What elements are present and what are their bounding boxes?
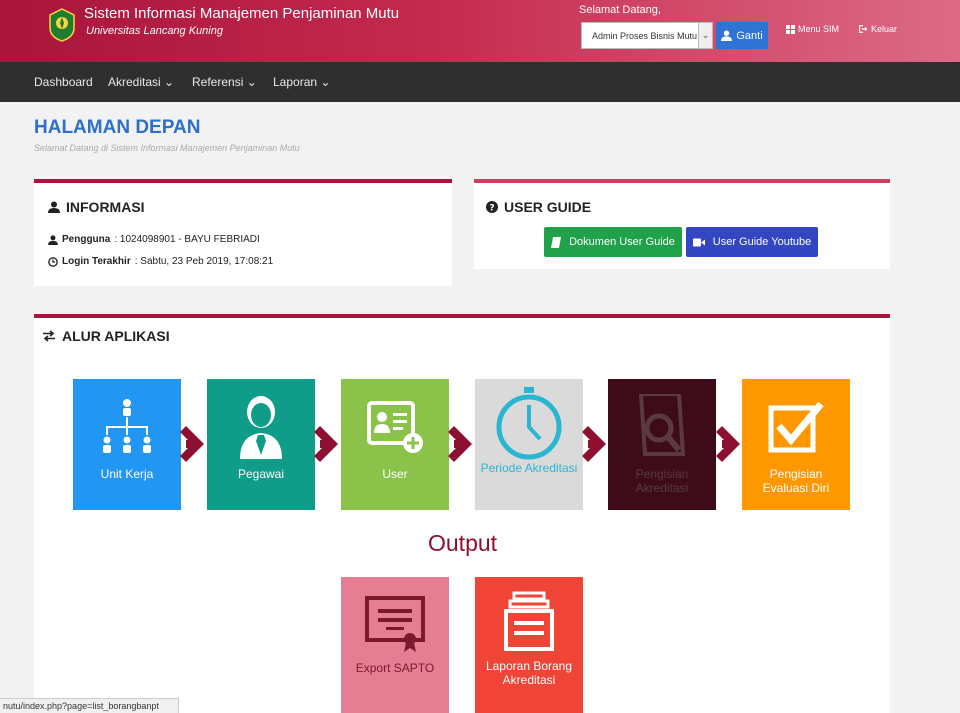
exchange-icon: [43, 330, 55, 342]
ganti-button[interactable]: Ganti: [716, 22, 768, 49]
youtube-user-guide-button[interactable]: User Guide Youtube: [686, 227, 818, 257]
welcome-text: Selamat Datang,: [579, 4, 661, 16]
question-circle-icon: ?: [486, 201, 498, 213]
youtube-user-guide-label: User Guide Youtube: [712, 236, 812, 248]
nav-akreditasi-label: Akreditasi: [108, 75, 161, 89]
tile-export-sapto[interactable]: Export SAPTO: [341, 577, 449, 713]
clock-icon: [48, 256, 58, 267]
flow-arrow-icon: [180, 426, 204, 462]
user-icon: [48, 201, 60, 213]
top-header: Sistem Informasi Manajemen Penjaminan Mu…: [0, 0, 960, 62]
page-subtitle: Selamat Datang di Sistem Informasi Manaj…: [34, 143, 300, 153]
menu-sim-label: Menu SIM: [798, 24, 840, 34]
tile-user[interactable]: User: [341, 379, 449, 510]
tile-label: Export SAPTO: [355, 661, 435, 675]
nav-laporan-label: Laporan: [273, 75, 318, 89]
role-select[interactable]: Admin Proses Bisnis Mutu - U ⌄: [581, 22, 713, 49]
role-select-value: Admin Proses Bisnis Mutu - U: [592, 30, 712, 41]
grid-icon: [786, 24, 795, 34]
svg-text:?: ?: [489, 204, 494, 214]
flow-arrow-icon: [716, 426, 740, 462]
main-navbar: Dashboard Akreditasi ⌄ Referensi ⌄ Lapor…: [0, 62, 960, 102]
dokumen-user-guide-button[interactable]: Dokumen User Guide: [544, 227, 682, 257]
logout-icon: [859, 25, 868, 33]
chevron-down-icon: ⌄: [246, 75, 257, 89]
user-card-icon: [365, 393, 425, 461]
video-camera-icon: [692, 238, 705, 246]
flow-arrow-icon: [582, 426, 606, 462]
login-row: Login Terakhir : Sabtu, 23 Peb 2019, 17:…: [48, 256, 273, 267]
logout-label: Keluar: [871, 24, 898, 34]
chevron-down-icon: ⌄: [320, 75, 331, 89]
ganti-label: Ganti: [736, 29, 763, 42]
status-bar-url: nutu/index.php?page=list_borangbanpt: [0, 698, 179, 713]
tile-label: Unit Kerja: [100, 467, 154, 481]
tile-laporan-borang-akreditasi[interactable]: Laporan Borang Akreditasi: [475, 577, 583, 713]
document-search-icon: [635, 393, 689, 461]
alur-aplikasi-panel: ALUR APLIKASI: [34, 314, 890, 713]
org-chart-icon: [101, 393, 153, 461]
flow-arrow-icon: [314, 426, 338, 462]
book-icon: [551, 236, 562, 248]
stopwatch-icon: [494, 385, 564, 461]
pengguna-label: Pengguna: [62, 234, 111, 245]
menu-sim-link[interactable]: Menu SIM: [786, 24, 839, 34]
tile-label: Pengisian Evaluasi Diri: [762, 467, 830, 495]
pengguna-row: Pengguna : 1024098901 - BAYU FEBRIADI: [48, 234, 260, 245]
informasi-heading-text: INFORMASI: [66, 199, 145, 215]
tile-pengisian-evaluasi-diri[interactable]: Pengisian Evaluasi Diri: [742, 379, 850, 510]
nav-akreditasi[interactable]: Akreditasi ⌄: [108, 75, 174, 89]
logout-link[interactable]: Keluar: [858, 24, 897, 34]
app-subtitle: Universitas Lancang Kuning: [86, 25, 223, 37]
dokumen-user-guide-label: Dokumen User Guide: [569, 236, 675, 248]
flow-arrow-icon: [448, 426, 472, 462]
tile-pegawai[interactable]: Pegawai: [207, 379, 315, 510]
informasi-panel: INFORMASI Pengguna : 1024098901 - BAYU F…: [34, 179, 452, 286]
tile-unit-kerja[interactable]: Unit Kerja: [73, 379, 181, 510]
chevron-down-icon: ⌄: [698, 23, 712, 48]
user-guide-heading-text: USER GUIDE: [504, 199, 592, 215]
app-title: Sistem Informasi Manajemen Penjaminan Mu…: [84, 5, 400, 22]
tile-periode-akreditasi[interactable]: Periode Akreditasi: [475, 379, 583, 510]
tile-label: Periode Akreditasi: [480, 461, 578, 475]
alur-heading: ALUR APLIKASI: [42, 328, 170, 344]
login-value: : Sabtu, 23 Peb 2019, 17:08:21: [134, 256, 274, 267]
page-title: HALAMAN DEPAN: [34, 117, 201, 138]
tile-pengisian-akreditasi[interactable]: Pengisian Akreditasi: [608, 379, 716, 510]
pengguna-value: : 1024098901 - BAYU FEBRIADI: [114, 234, 260, 245]
nav-laporan[interactable]: Laporan ⌄: [273, 75, 330, 89]
chevron-down-icon: ⌄: [164, 75, 175, 89]
alur-heading-text: ALUR APLIKASI: [62, 328, 170, 344]
checkbox-icon: [767, 393, 825, 461]
certificate-icon: [364, 593, 426, 655]
user-guide-panel: ? USER GUIDE Dokumen User Guide User Gui…: [474, 179, 890, 269]
tile-label: Pegawai: [237, 467, 285, 481]
archive-tray-icon: [502, 591, 556, 653]
tile-label: Laporan Borang Akreditasi: [485, 659, 573, 687]
nav-referensi[interactable]: Referensi ⌄: [192, 75, 257, 89]
nav-referensi-label: Referensi: [192, 75, 244, 89]
user-icon: [721, 30, 733, 41]
nav-dashboard-label: Dashboard: [34, 75, 93, 89]
university-logo-icon: [49, 8, 75, 42]
user-guide-heading: ? USER GUIDE: [486, 199, 591, 215]
tile-label: User: [382, 467, 408, 481]
user-icon: [48, 234, 58, 245]
tile-label: Pengisian Akreditasi: [635, 467, 689, 495]
informasi-heading: INFORMASI: [48, 199, 145, 215]
output-heading: Output: [428, 530, 498, 556]
login-label: Login Terakhir: [62, 256, 131, 267]
nav-dashboard[interactable]: Dashboard: [34, 75, 93, 89]
employee-icon: [236, 393, 286, 461]
